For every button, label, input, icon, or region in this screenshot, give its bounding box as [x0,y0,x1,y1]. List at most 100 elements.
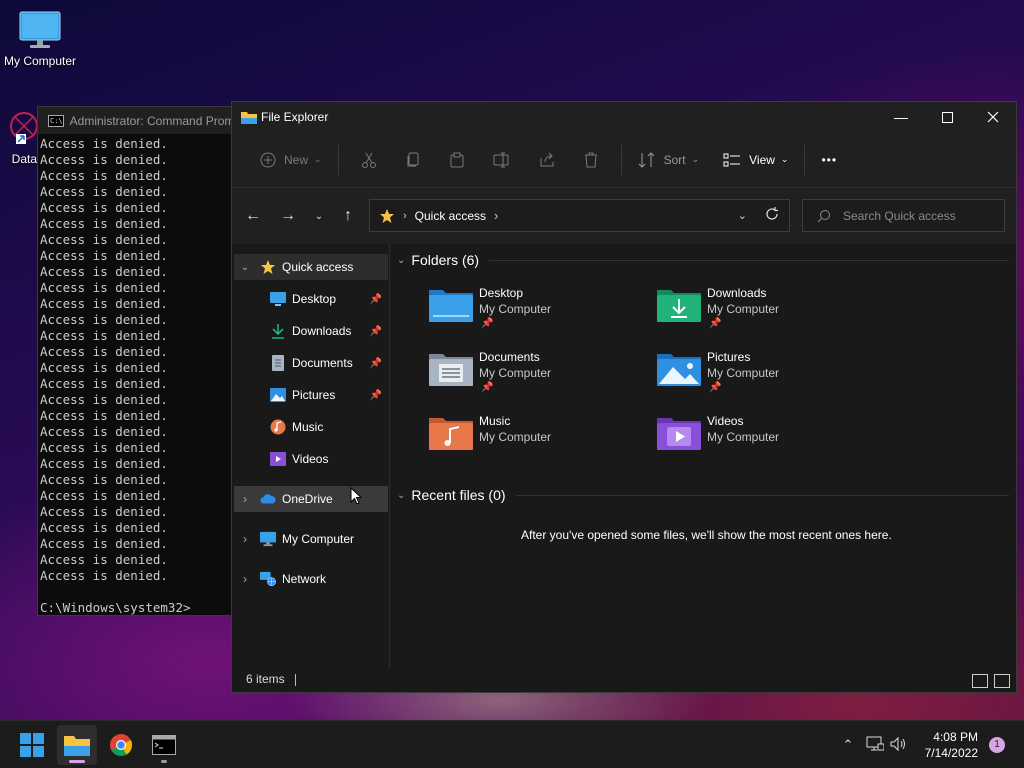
network-icon [260,571,276,587]
item-count: 6 items [246,672,285,686]
sidebar-item-onedrive[interactable]: › OneDrive [234,486,388,512]
pin-icon[interactable]: 📌 [370,390,382,401]
sidebar-item-videos[interactable]: Videos [270,446,388,472]
search-box[interactable]: Search Quick access [802,199,1005,232]
forward-button[interactable]: → [273,201,303,231]
chevron-right-icon[interactable]: › [238,572,252,586]
minimize-button[interactable]: — [878,102,924,132]
clock[interactable]: 4:08 PM 7/14/2022 [925,729,978,761]
recent-files-section-header[interactable]: ⌄ Recent files (0) [397,487,1009,503]
sidebar-item-downloads[interactable]: Downloads 📌 [270,318,388,344]
address-bar[interactable]: › Quick access › ⌄ [369,199,790,232]
terminal-icon [152,735,176,755]
picture-icon [270,387,286,403]
details-view-button[interactable] [972,674,988,688]
taskbar-chrome[interactable] [101,725,141,765]
chevron-right-icon[interactable]: › [238,492,252,506]
desktop-icon-my-computer[interactable]: My Computer [0,10,80,68]
taskbar-command-prompt[interactable] [144,725,184,765]
folder-tile-videos[interactable]: Videos My Computer [657,414,867,470]
sidebar-item-my-computer[interactable]: › My Computer [234,526,388,552]
folder-name: Pictures [707,350,751,364]
folder-tile-desktop[interactable]: Desktop My Computer 📌 [429,286,639,342]
delete-button[interactable] [569,144,613,176]
breadcrumb-quick-access[interactable]: Quick access [415,209,486,223]
sidebar-item-documents[interactable]: Documents 📌 [270,350,388,376]
refresh-button[interactable] [765,207,779,224]
show-hidden-icons-button[interactable]: ⌃ [838,737,858,753]
new-button[interactable]: New ⌄ [252,144,330,176]
tiles-view-button[interactable] [994,674,1010,688]
chrome-icon [110,734,133,756]
chevron-right-icon[interactable]: › [238,532,252,546]
folder-tile-documents[interactable]: Documents My Computer 📌 [429,350,639,406]
maximize-button[interactable] [924,102,970,132]
sidebar-item-label: OneDrive [282,492,333,506]
sort-button[interactable]: Sort ⌄ [630,144,708,176]
rename-button[interactable] [479,144,525,176]
sidebar-item-music[interactable]: Music [270,414,388,440]
share-button[interactable] [525,144,569,176]
maximize-icon [941,111,953,123]
sidebar-item-quick-access[interactable]: ⌄ Quick access [234,254,388,280]
sidebar-item-desktop[interactable]: Desktop 📌 [270,286,388,312]
command-prompt-titlebar[interactable]: C:\ Administrator: Command Prompt [38,107,236,134]
pin-icon: 📌 [709,382,722,393]
video-icon [270,451,286,467]
view-button-label: View [749,152,775,167]
chevron-right-icon: › [403,209,407,222]
pin-icon[interactable]: 📌 [370,358,382,369]
chevron-down-icon[interactable]: ⌄ [238,262,252,273]
address-history-button[interactable]: ⌄ [738,209,747,222]
window-title: File Explorer [261,110,329,124]
cut-button[interactable] [347,144,391,176]
notification-badge[interactable]: 1 [989,737,1005,753]
sidebar-item-pictures[interactable]: Pictures 📌 [270,382,388,408]
chevron-right-icon[interactable]: › [494,208,498,223]
console-output[interactable]: Access is denied. Access is denied. Acce… [38,134,236,616]
sidebar-item-label: My Computer [282,532,355,546]
view-list-icon [723,153,741,166]
network-status-icon[interactable] [866,736,885,755]
explorer-titlebar[interactable]: File Explorer — [232,102,1016,132]
folder-name: Documents [479,350,540,364]
sidebar-item-network[interactable]: › Network [234,566,388,592]
start-button[interactable] [12,725,52,765]
pin-icon[interactable]: 📌 [370,294,382,305]
volume-icon[interactable] [890,736,908,755]
pin-icon[interactable]: 📌 [370,326,382,337]
refresh-icon [766,207,778,220]
folder-tile-pictures[interactable]: Pictures My Computer 📌 [657,350,867,406]
chevron-down-icon[interactable]: ⌄ [397,255,405,266]
folders-section-header[interactable]: ⌄ Folders (6) [397,252,1009,268]
folder-name: Desktop [479,286,524,300]
paste-button[interactable] [435,144,479,176]
close-button[interactable] [970,102,1016,132]
copy-button[interactable] [391,144,435,176]
folders-header: Folders (6) [411,252,480,268]
folder-tile-downloads[interactable]: Downloads My Computer 📌 [657,286,867,342]
folder-tile-music[interactable]: Music My Computer [429,414,639,470]
more-options-button[interactable]: ••• [813,144,845,176]
back-button[interactable]: ← [238,201,268,231]
videos-folder-icon [657,418,701,450]
sidebar-item-label: Quick access [282,260,354,274]
content-pane[interactable]: ⌄ Folders (6) Desktop My Computer 📌 Down… [391,244,1016,668]
command-prompt-title: Administrator: Command Prompt [69,113,236,128]
recent-locations-button[interactable]: ⌄ [304,201,334,231]
folder-name: Music [479,414,511,428]
chevron-down-icon: ⌄ [691,154,700,164]
taskbar-file-explorer[interactable] [57,725,97,765]
cloud-icon [260,491,276,507]
file-explorer-window[interactable]: File Explorer — New ⌄ Sort ⌄ View ⌄ ••• … [231,101,1017,693]
command-prompt-window[interactable]: C:\ Administrator: Command Prompt Access… [37,106,237,616]
star-icon [380,208,394,223]
close-icon [987,111,999,123]
chevron-down-icon[interactable]: ⌄ [397,490,405,501]
search-placeholder: Search Quick access [843,208,956,223]
rename-icon [493,152,509,167]
up-button[interactable]: ↑ [333,201,363,231]
view-button[interactable]: View ⌄ [715,144,796,176]
sort-icon [638,151,654,168]
folder-location: My Computer [479,430,552,444]
